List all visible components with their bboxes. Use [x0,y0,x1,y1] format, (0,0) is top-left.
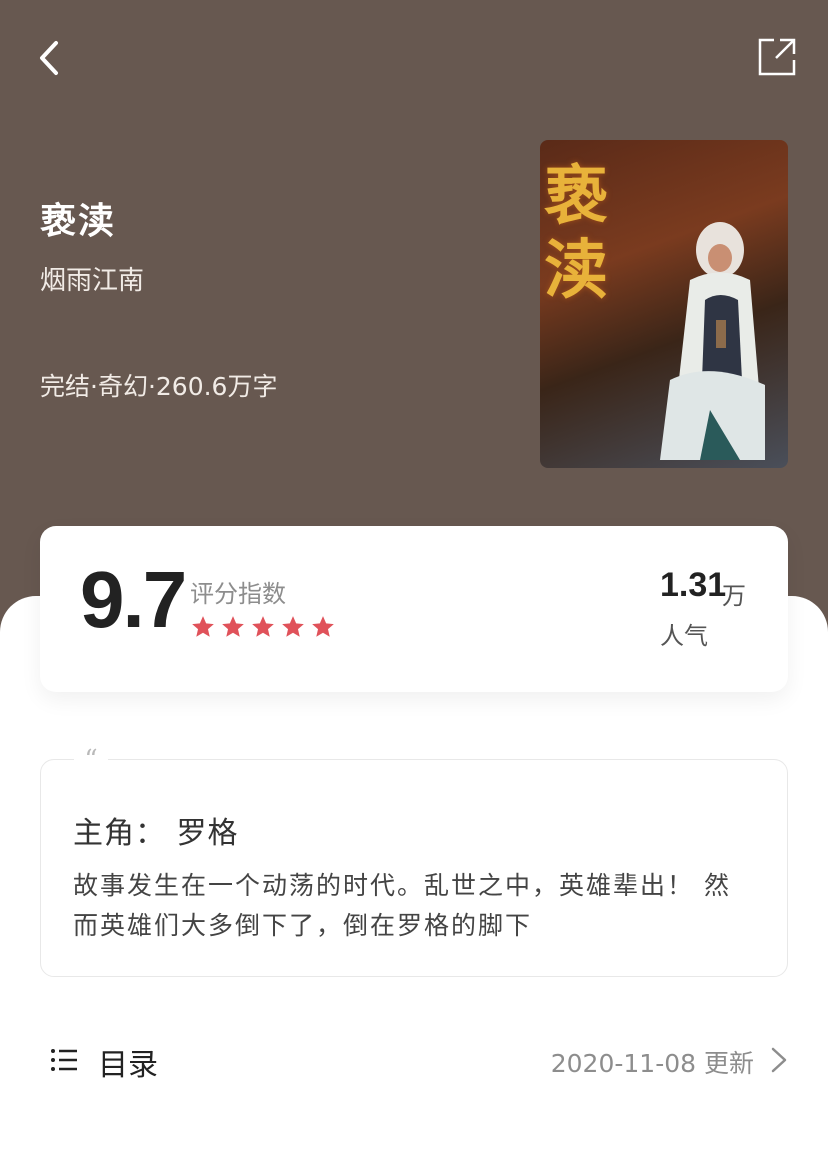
synopsis-text: 故事发生在一个动荡的时代。乱世之中，英雄辈出！ 然而英雄们大多倒下了，倒在罗格的… [73,871,731,940]
popularity-unit: 万 [722,582,746,610]
chevron-left-icon [40,41,58,75]
book-cover[interactable]: 亵渎 [540,140,788,468]
protagonist-label: 主角： 罗格 [73,816,239,851]
rating-stars [190,614,336,640]
book-author[interactable]: 烟雨江南 [40,260,144,297]
star-icon [312,616,334,637]
share-button[interactable] [756,36,798,78]
toc-label: 目录 [98,1048,158,1083]
back-button[interactable] [34,40,64,76]
star-icon [222,616,244,637]
cover-title: 亵渎 [544,159,608,308]
rating-card: 9.7 评分指数 1.31 万 人气 [40,526,788,692]
share-icon [758,38,796,76]
popularity-value: 1.31 [660,566,727,604]
popularity-label: 人气 [660,622,708,650]
book-title: 亵渎 [40,201,117,242]
synopsis-card[interactable]: 主角： 罗格 故事发生在一个动荡的时代。乱世之中，英雄辈出！ 然而英雄们大多倒下… [40,759,788,977]
quote-icon: “ [74,745,108,775]
list-icon [51,1049,77,1071]
rating-score: 9.7 [80,555,187,644]
star-icon [192,616,214,637]
toc-update-date: 2020-11-08 更新 [550,1049,754,1078]
star-icon [282,616,304,637]
rating-label: 评分指数 [190,580,286,608]
table-of-contents-row[interactable]: 目录 2020-11-08 更新 [40,1032,788,1088]
cover-figure-illustration [660,222,765,460]
chevron-right-icon [771,1047,787,1073]
star-icon [252,616,274,637]
book-meta: 完结·奇幻·260.6万字 [40,372,278,401]
